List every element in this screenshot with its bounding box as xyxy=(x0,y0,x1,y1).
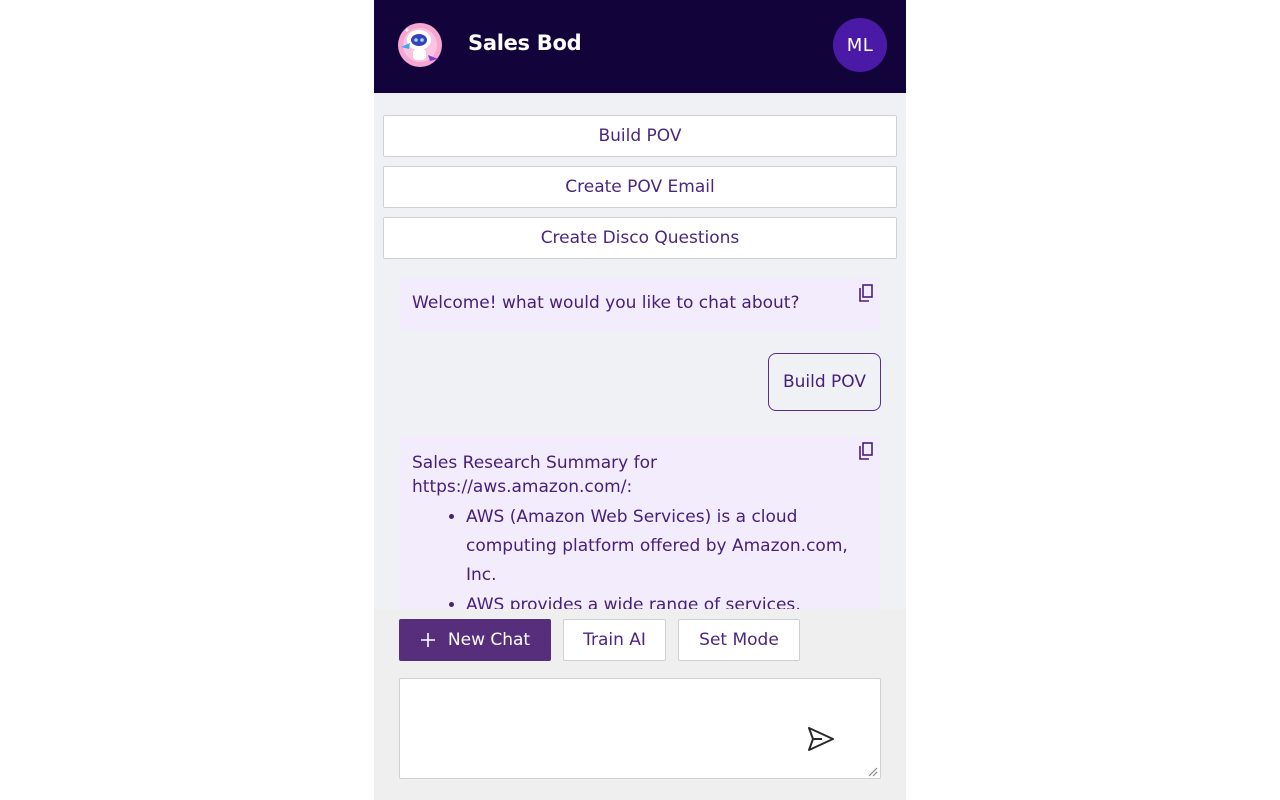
bot-message: Sales Research Summary for https://aws.a… xyxy=(399,436,881,609)
bot-message-text: Welcome! what would you like to chat abo… xyxy=(412,293,800,313)
robot-logo-icon xyxy=(398,23,442,67)
chat-messages[interactable]: Welcome! what would you like to chat abo… xyxy=(374,262,906,609)
app-header: Sales Bod ML xyxy=(374,0,906,93)
sales-bod-app: Sales Bod ML Build POV Create POV Email … xyxy=(374,0,906,800)
chat-toolbar: New Chat Train AI Set Mode xyxy=(374,609,906,800)
create-disco-questions-button[interactable]: Create Disco Questions xyxy=(383,217,897,259)
create-pov-email-button[interactable]: Create POV Email xyxy=(383,166,897,208)
summary-bullet: AWS (Amazon Web Services) is a cloud com… xyxy=(466,503,874,590)
build-pov-button[interactable]: Build POV xyxy=(383,115,897,157)
copy-icon[interactable] xyxy=(859,442,873,460)
bot-message-body: Sales Research Summary for https://aws.a… xyxy=(412,451,874,609)
new-chat-button[interactable]: New Chat xyxy=(399,619,551,661)
set-mode-button[interactable]: Set Mode xyxy=(678,619,800,661)
plus-icon xyxy=(420,633,435,647)
summary-list: AWS (Amazon Web Services) is a cloud com… xyxy=(412,503,874,609)
bot-message: Welcome! what would you like to chat abo… xyxy=(399,278,881,331)
send-icon[interactable] xyxy=(806,724,836,754)
app-title: Sales Bod xyxy=(468,31,582,55)
resize-handle-icon[interactable] xyxy=(866,765,878,777)
summary-bullet: AWS provides a wide range of services, i… xyxy=(466,591,874,609)
summary-intro: Sales Research Summary for https://aws.a… xyxy=(412,453,657,497)
copy-icon[interactable] xyxy=(859,284,873,302)
user-message: Build POV xyxy=(767,353,881,411)
new-chat-label: New Chat xyxy=(447,630,531,650)
user-avatar[interactable]: ML xyxy=(833,18,887,72)
train-ai-button[interactable]: Train AI xyxy=(563,619,666,661)
